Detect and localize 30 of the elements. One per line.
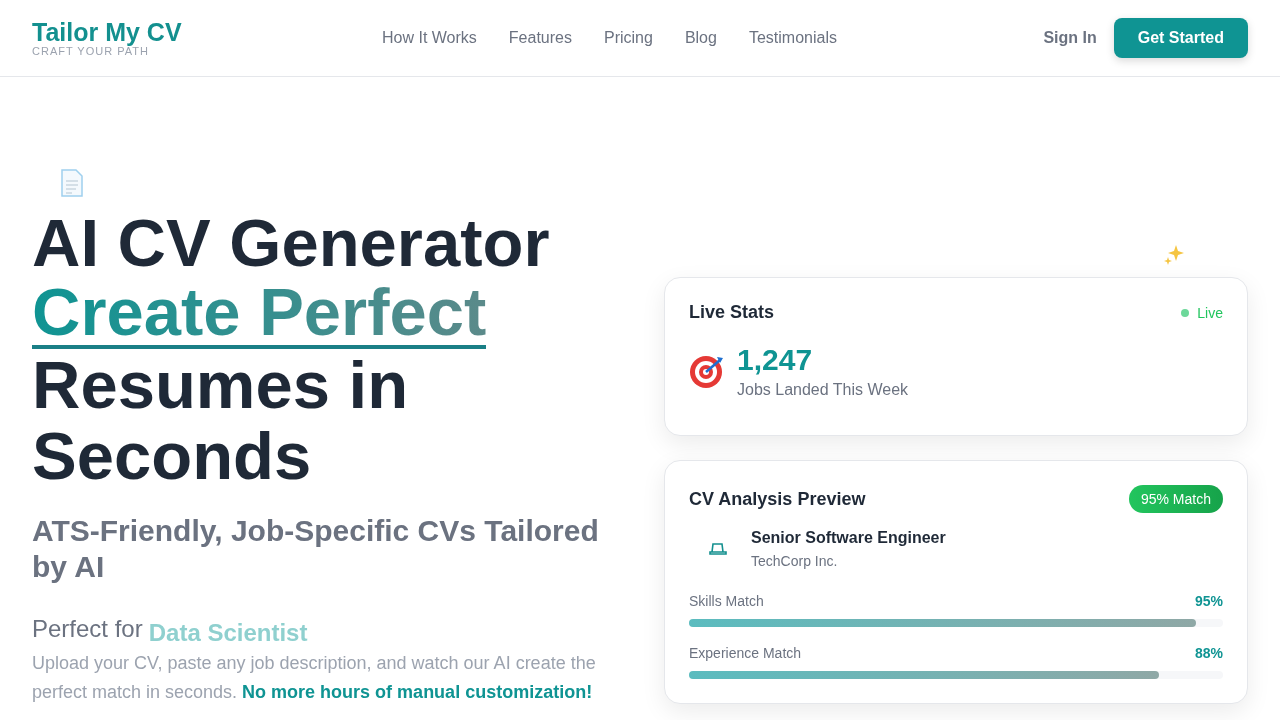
metric-value: 95%: [1194, 593, 1223, 609]
description: Upload your CV, paste any job description, and watch our AI create the perfect match in seconds. No more hours of manual customization!: [32, 652, 597, 704]
nav-link[interactable]: Pricing: [603, 29, 653, 47]
perfect-for-label: Perfect for: [32, 615, 143, 643]
nav-link[interactable]: Blog: [684, 29, 717, 47]
sparkle-icon: [1164, 243, 1186, 265]
live-dot: [1181, 308, 1190, 317]
role-text: Data Scientist: [148, 619, 308, 647]
nav-link[interactable]: How It Works: [382, 29, 477, 47]
sign-in-link[interactable]: Sign In: [1043, 29, 1097, 47]
metric-label: Experience Match: [689, 645, 802, 661]
jobs-count: 1,247: [737, 343, 814, 377]
card-title: CV Analysis Preview: [689, 488, 866, 510]
target-icon: [689, 353, 725, 389]
tagline: CRAFT YOUR PATH: [32, 45, 150, 57]
live-status: Live: [1197, 304, 1223, 321]
match-badge: 95% Match: [1128, 485, 1223, 513]
get-started-button[interactable]: Get Started: [1113, 18, 1248, 58]
card-title: Live Stats: [689, 302, 775, 323]
metric-label: Skills Match: [689, 593, 764, 609]
nav-link[interactable]: Features: [508, 29, 572, 47]
job-title: Senior Software Engineer: [751, 529, 946, 547]
subtitle: ATS-Friendly, Job-Specific CVs Tailored by AI: [32, 513, 600, 585]
document-icon: [60, 169, 84, 197]
nav-link[interactable]: Testimonials: [748, 29, 837, 47]
headline: Resumes in Seconds: [32, 349, 410, 491]
headline: AI CV Generator: [32, 207, 550, 278]
metric-value: 88%: [1194, 645, 1223, 661]
company-name: TechCorp Inc.: [751, 553, 839, 569]
jobs-label: Jobs Landed This Week: [737, 381, 909, 399]
